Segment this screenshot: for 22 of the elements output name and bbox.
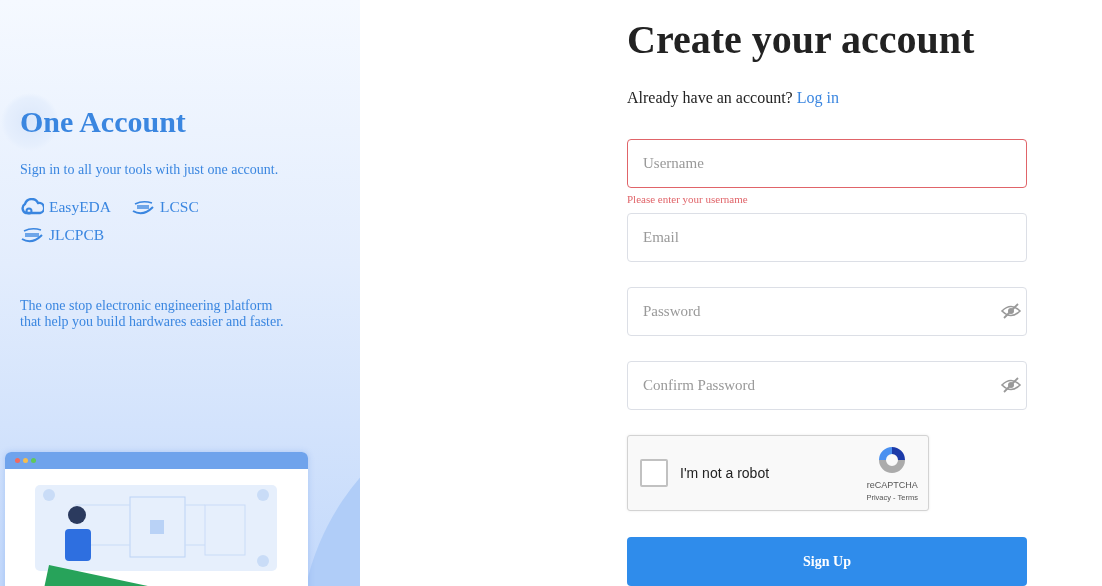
error-message: Please enter your username — [627, 193, 749, 206]
swoosh-logo-icon — [131, 198, 155, 216]
password-field[interactable]: Confirm Password — [627, 361, 1027, 410]
panel-title: One Account — [20, 104, 186, 140]
brand-name: LCSC — [160, 197, 199, 217]
captcha-checkbox[interactable] — [640, 459, 668, 487]
cloud-icon — [20, 198, 44, 216]
eye-slash-icon[interactable] — [1001, 302, 1021, 320]
login-prompt: Already have an account? — [627, 89, 793, 107]
sign-up-button[interactable]: Sign Up — [627, 537, 1027, 586]
page-title: Create your account — [627, 17, 976, 63]
swoosh-logo-icon — [20, 226, 44, 244]
login-link[interactable]: Log in — [796, 89, 839, 107]
panel-subtitle: Sign in to all your tools with just one account. — [20, 162, 280, 178]
text-field[interactable]: Username — [627, 139, 1027, 188]
brand-name: JLCPCB — [49, 225, 105, 245]
eye-slash-icon[interactable] — [1001, 376, 1021, 394]
tagline: The one stop electronic engineering platform that help you build hardwares easier and faster. — [20, 298, 285, 330]
captcha-label: I'm not a robot — [680, 465, 771, 481]
password-field[interactable]: Password — [627, 287, 1027, 336]
brand-name: EasyEDA — [49, 197, 111, 217]
captcha-brand: reCAPTCHA — [866, 480, 918, 490]
